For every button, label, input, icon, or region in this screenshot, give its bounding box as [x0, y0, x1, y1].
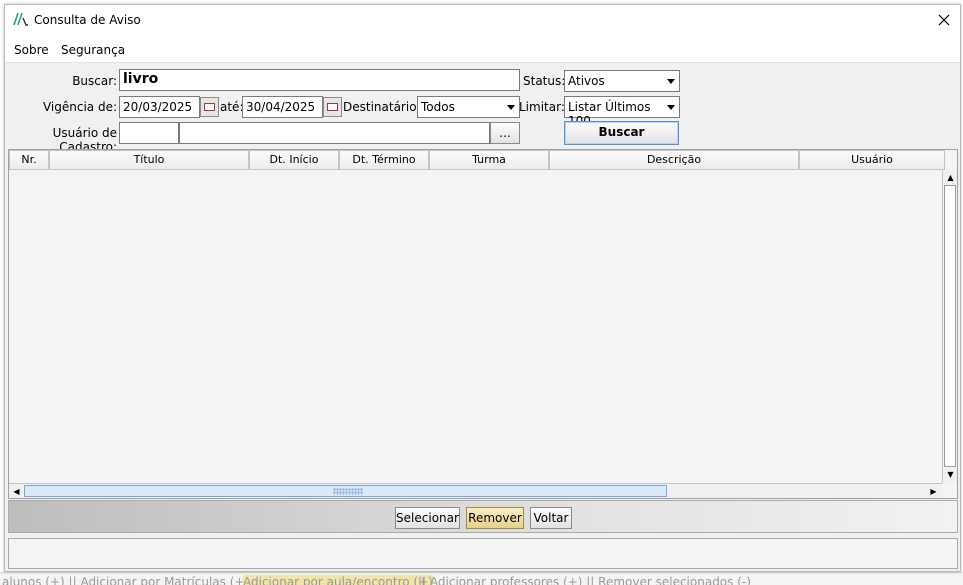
recipients-label: Destinatários:: [343, 100, 427, 114]
date-to-input[interactable]: 30/04/2025: [242, 96, 323, 118]
background-text: || Adicionar professores (+) || Remover …: [418, 575, 751, 585]
results-table: Nr. Título Dt. Início Dt. Término Turma …: [8, 149, 958, 499]
select-button[interactable]: Selecionar: [395, 507, 460, 529]
app-logo-icon: [13, 12, 28, 26]
background-toolbar: alunos (+) || Adicionar por Matrículas (…: [0, 572, 963, 585]
limit-select[interactable]: Listar Últimos 100: [564, 96, 680, 128]
recipients-value: Todos: [421, 100, 455, 114]
vertical-scroll-thumb[interactable]: [944, 185, 956, 467]
scroll-right-icon[interactable]: ▶: [927, 485, 940, 498]
date-to-calendar-button[interactable]: [323, 97, 342, 117]
date-from-calendar-button[interactable]: [200, 97, 219, 117]
user-code-input[interactable]: [119, 122, 179, 144]
recipients-select[interactable]: Todos: [417, 96, 520, 118]
date-from-input[interactable]: 20/03/2025: [119, 96, 200, 118]
calendar-icon: [327, 103, 338, 111]
back-button[interactable]: Voltar: [530, 507, 572, 529]
menu-sobre[interactable]: Sobre: [14, 43, 49, 57]
status-value: Ativos: [568, 74, 605, 88]
user-lookup-button[interactable]: ...: [490, 122, 520, 144]
background-text-highlight: Adicionar por aula/encontro (+): [243, 575, 433, 585]
chevron-down-icon: [667, 79, 675, 84]
dialog-window: Consulta de Aviso Sobre Segurança Buscar…: [4, 4, 961, 572]
menu-seguranca[interactable]: Segurança: [61, 43, 125, 57]
column-descricao[interactable]: Descrição: [549, 150, 799, 170]
status-select[interactable]: Ativos: [564, 70, 680, 92]
until-label: até:: [220, 100, 244, 114]
validity-label: Vigência de:: [42, 100, 117, 114]
search-input[interactable]: livro: [119, 69, 520, 91]
background-text: alunos (+) || Adicionar por Matrículas (…: [2, 575, 262, 585]
search-button[interactable]: Buscar: [564, 121, 679, 145]
table-header: Nr. Título Dt. Início Dt. Término Turma …: [9, 150, 957, 170]
title-bar: Consulta de Aviso: [5, 5, 960, 35]
window-title: Consulta de Aviso: [34, 13, 141, 27]
search-label: Buscar:: [72, 74, 117, 88]
scroll-down-icon[interactable]: ▼: [944, 468, 957, 481]
action-bar: Selecionar Remover Voltar: [8, 500, 958, 533]
column-nr[interactable]: Nr.: [9, 150, 49, 170]
status-bar: [8, 538, 958, 569]
remove-button[interactable]: Remover: [466, 507, 524, 529]
calendar-icon: [204, 103, 215, 111]
vertical-scrollbar[interactable]: ▲ ▼: [942, 170, 957, 483]
chevron-down-icon: [667, 105, 675, 110]
scroll-up-icon[interactable]: ▲: [944, 171, 957, 184]
horizontal-scrollbar[interactable]: ◀ ▶: [9, 483, 942, 498]
column-usuario[interactable]: Usuário: [799, 150, 945, 170]
close-icon: [938, 14, 950, 26]
chevron-down-icon: [507, 105, 515, 110]
column-turma[interactable]: Turma: [429, 150, 549, 170]
limit-label: Limitar:: [519, 100, 565, 114]
horizontal-scroll-thumb[interactable]: [24, 485, 667, 497]
status-label: Status:: [523, 74, 566, 88]
close-button[interactable]: [930, 7, 958, 33]
scroll-left-icon[interactable]: ◀: [10, 485, 23, 498]
column-titulo[interactable]: Título: [49, 150, 249, 170]
grip-icon: [333, 488, 363, 495]
column-dt-inicio[interactable]: Dt. Início: [249, 150, 339, 170]
column-dt-termino[interactable]: Dt. Término: [339, 150, 429, 170]
user-name-input[interactable]: [179, 122, 490, 144]
menu-bar: Sobre Segurança: [5, 35, 960, 63]
